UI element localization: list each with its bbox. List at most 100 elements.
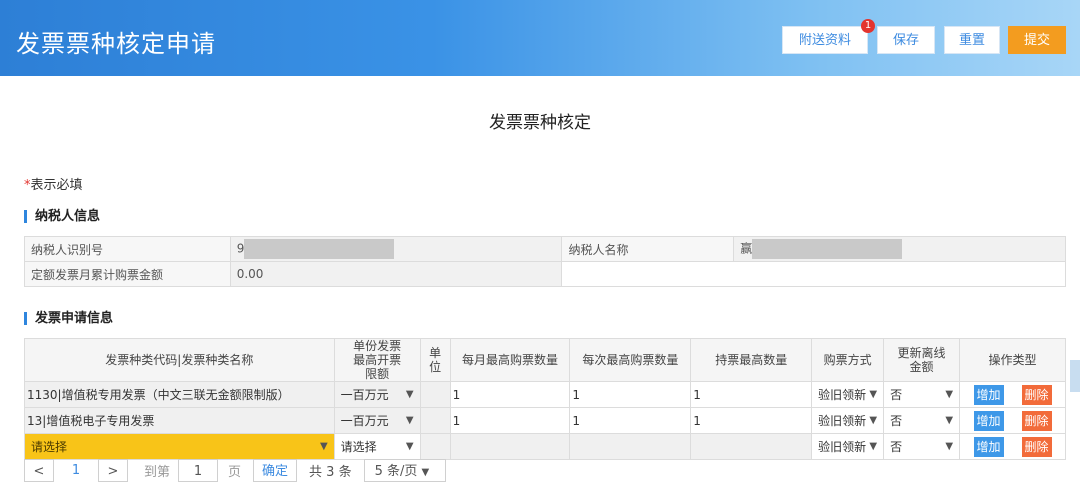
- chevron-down-icon: ▼: [319, 441, 328, 452]
- chevron-down-icon: ▼: [405, 415, 414, 426]
- submit-button[interactable]: 提交: [1008, 26, 1066, 54]
- limit-select[interactable]: 请选择 ▼: [333, 433, 421, 460]
- app-title: 发票票种核定申请: [16, 30, 216, 58]
- hold-input[interactable]: 1: [690, 381, 813, 408]
- pagination: < 1 > 到第 1 页 确定 共 3 条 5 条/页 ▼: [24, 458, 446, 483]
- save-button[interactable]: 保存: [877, 26, 935, 54]
- chevron-down-icon: ▼: [945, 441, 954, 452]
- type-select[interactable]: 1130|增值税专用发票（中文三联无金额限制版）: [24, 381, 335, 408]
- goto-label: 到第: [144, 465, 171, 480]
- col-header-operation: 操作类型: [959, 338, 1066, 382]
- redaction-mask: [752, 239, 903, 259]
- chevron-down-icon: ▼: [869, 441, 878, 452]
- chevron-down-icon: ▼: [405, 389, 414, 400]
- side-scroll-handle[interactable]: [1070, 360, 1080, 392]
- required-text: 表示必填: [30, 178, 83, 193]
- unit-cell: [419, 433, 451, 460]
- goto-page-input[interactable]: 1: [178, 459, 219, 482]
- delete-row-button[interactable]: 删除: [1021, 384, 1052, 405]
- total-count: 共 3 条: [309, 465, 352, 480]
- limit-value: 一百万元: [340, 414, 389, 428]
- chevron-down-icon: ▼: [945, 415, 954, 426]
- taxpayer-section-title: 纳税人信息: [24, 210, 100, 223]
- chevron-down-icon: ▼: [869, 389, 878, 400]
- apply-section-title: 发票申请信息: [24, 312, 113, 325]
- hold-input[interactable]: [690, 433, 813, 460]
- offline-select[interactable]: 否 ▼: [883, 381, 961, 408]
- chevron-down-icon: ▼: [869, 415, 878, 426]
- method-value: 验旧领新: [818, 388, 867, 402]
- hold-input[interactable]: 1: [690, 407, 813, 434]
- col-header-offline: 更新离线金额: [883, 338, 961, 382]
- delete-row-button[interactable]: 删除: [1021, 410, 1052, 431]
- chevron-left-icon[interactable]: <: [24, 459, 54, 482]
- each-input[interactable]: 1: [569, 407, 692, 434]
- app-header: 发票票种核定申请 附送资料 1 保存 重置 提交: [0, 0, 1080, 76]
- method-select[interactable]: 验旧领新 ▼: [811, 381, 885, 408]
- unit-cell: [419, 407, 451, 434]
- reset-button[interactable]: 重置: [944, 26, 1000, 54]
- table-row: 请选择 ▼ 请选择 ▼ 验旧领新 ▼ 否 ▼ 增加 删除: [24, 433, 1066, 460]
- add-row-button[interactable]: 增加: [973, 436, 1004, 457]
- chevron-right-icon[interactable]: >: [98, 459, 128, 482]
- invoice-apply-table: 发票种类代码|发票种类名称 单份发票最高开票限额 单位 每月最高购票数量 每次最…: [24, 338, 1066, 460]
- each-input[interactable]: 1: [569, 381, 692, 408]
- method-select[interactable]: 验旧领新 ▼: [811, 433, 885, 460]
- offline-value: 否: [890, 388, 903, 402]
- attach-docs-button[interactable]: 附送资料: [782, 26, 868, 54]
- col-header-monthly: 每月最高购票数量: [449, 338, 571, 382]
- limit-value: 请选择: [340, 440, 377, 454]
- offline-select[interactable]: 否 ▼: [883, 433, 961, 460]
- limit-select[interactable]: 一百万元 ▼: [333, 381, 421, 408]
- limit-value: 一百万元: [340, 388, 389, 402]
- attach-count-badge: 1: [861, 19, 875, 33]
- offline-select[interactable]: 否 ▼: [883, 407, 961, 434]
- col-header-method: 购票方式: [811, 338, 885, 382]
- monthly-input[interactable]: 1: [449, 407, 571, 434]
- monthly-input[interactable]: 1: [449, 381, 571, 408]
- taxpayer-id-label: 纳税人识别号: [24, 236, 231, 262]
- add-row-button[interactable]: 增加: [973, 410, 1004, 431]
- confirm-goto-button[interactable]: 确定: [253, 459, 298, 482]
- required-note: *表示必填: [24, 174, 83, 193]
- col-header-type: 发票种类代码|发票种类名称: [24, 338, 335, 382]
- offline-value: 否: [890, 440, 903, 454]
- method-value: 验旧领新: [818, 414, 867, 428]
- limit-select[interactable]: 一百万元 ▼: [333, 407, 421, 434]
- monthly-amount-value: 0.00: [229, 261, 563, 287]
- empty-cell: [561, 261, 1066, 287]
- table-header-row: 发票种类代码|发票种类名称 单份发票最高开票限额 单位 每月最高购票数量 每次最…: [24, 338, 1066, 382]
- type-select[interactable]: 13|增值税电子专用发票: [24, 407, 335, 434]
- method-select[interactable]: 验旧领新 ▼: [811, 407, 885, 434]
- table-row: 1130|增值税专用发票（中文三联无金额限制版） 一百万元 ▼ 1 1 1 验旧领…: [24, 381, 1066, 408]
- method-value: 验旧领新: [818, 440, 867, 454]
- col-header-unit: 单位: [419, 338, 451, 382]
- add-row-button[interactable]: 增加: [973, 384, 1004, 405]
- offline-value: 否: [890, 414, 903, 428]
- chevron-down-icon: ▼: [421, 467, 430, 478]
- monthly-input[interactable]: [449, 433, 571, 460]
- col-header-hold: 持票最高数量: [690, 338, 813, 382]
- chevron-down-icon: ▼: [405, 441, 414, 452]
- type-select[interactable]: 请选择 ▼: [24, 433, 335, 460]
- operation-cell: 增加 删除: [959, 433, 1066, 460]
- operation-cell: 增加 删除: [959, 381, 1066, 408]
- delete-row-button[interactable]: 删除: [1021, 436, 1052, 457]
- page-size-value: 5 条/页: [374, 464, 418, 479]
- taxpayer-name-value: 赢: [733, 236, 1066, 262]
- chevron-down-icon: ▼: [945, 389, 954, 400]
- col-header-limit: 单份发票最高开票限额: [333, 338, 421, 382]
- page-size-select[interactable]: 5 条/页 ▼: [363, 459, 446, 482]
- redaction-mask: [244, 239, 395, 259]
- monthly-amount-label: 定额发票月累计购票金额: [24, 261, 231, 287]
- type-value: 请选择: [31, 440, 68, 454]
- table-row: 13|增值税电子专用发票 一百万元 ▼ 1 1 1 验旧领新 ▼ 否 ▼ 增加 删除: [24, 407, 1066, 434]
- current-page[interactable]: 1: [54, 463, 98, 478]
- taxpayer-info-table: 纳税人识别号 9 纳税人名称 赢 定额发票月累计购票金额 0.00: [24, 236, 1066, 287]
- taxpayer-id-text: 9: [236, 241, 245, 256]
- operation-cell: 增加 删除: [959, 407, 1066, 434]
- page-unit: 页: [228, 465, 242, 480]
- taxpayer-name-text: 赢: [740, 241, 753, 256]
- taxpayer-id-value: 9: [229, 236, 563, 262]
- each-input[interactable]: [569, 433, 692, 460]
